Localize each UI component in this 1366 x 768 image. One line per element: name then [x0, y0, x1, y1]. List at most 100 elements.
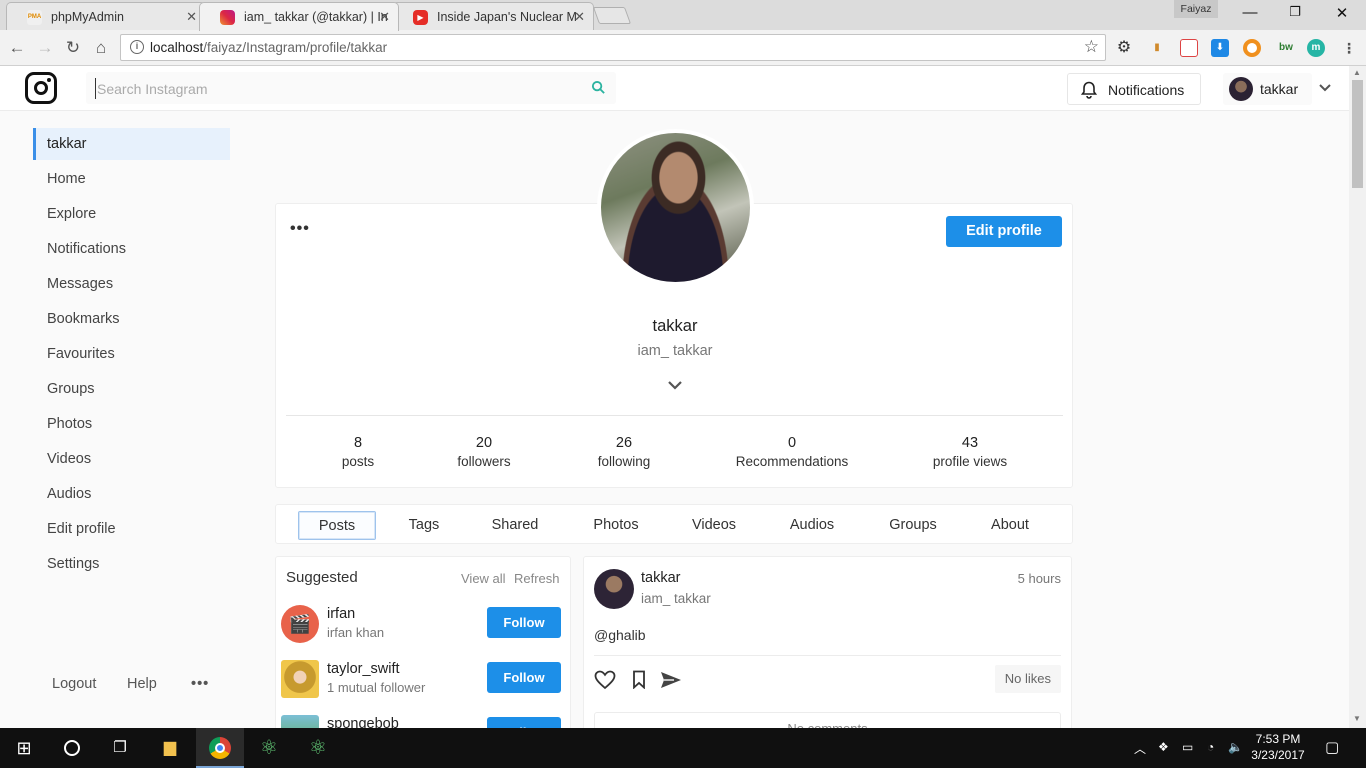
follow-button[interactable]: Follow — [487, 607, 561, 638]
extension-pin-icon[interactable]: ▮ — [1148, 39, 1166, 57]
sidebar-item-edit-profile[interactable]: Edit profile — [33, 513, 230, 548]
close-icon[interactable]: ✕ — [574, 9, 585, 25]
bookmark-star-icon[interactable]: ☆ — [1084, 37, 1099, 57]
close-icon[interactable]: ✕ — [186, 9, 197, 25]
wifi-icon[interactable]: ◔ — [1207, 740, 1214, 754]
follow-button[interactable]: Follow — [487, 662, 561, 693]
window-close-icon[interactable]: ✕ — [1332, 4, 1352, 24]
sidebar-item-photos[interactable]: Photos — [33, 408, 230, 443]
download-icon[interactable]: ⬇ — [1211, 39, 1229, 57]
scroll-down-icon[interactable]: ▼ — [1353, 714, 1361, 723]
atom-icon[interactable]: ⚛ — [294, 728, 342, 768]
sidebar-item-bookmarks[interactable]: Bookmarks — [33, 303, 230, 338]
tab-about[interactable]: About — [976, 511, 1044, 540]
notifications-button[interactable]: Notifications — [1067, 73, 1201, 105]
tab-groups[interactable]: Groups — [878, 511, 948, 540]
profile-options-icon[interactable]: ••• — [290, 220, 310, 238]
close-icon[interactable]: ✕ — [379, 9, 390, 25]
taskbar-clock[interactable]: 7:53 PM 3/23/2017 — [1248, 731, 1308, 763]
search-icon[interactable] — [591, 80, 606, 95]
instagram-logo[interactable] — [25, 72, 57, 104]
file-explorer-icon[interactable]: ▆ — [146, 728, 194, 768]
tab-audios[interactable]: Audios — [776, 511, 848, 540]
suggested-user-name[interactable]: irfan — [327, 606, 355, 622]
tab-posts[interactable]: Posts — [298, 511, 376, 540]
post-author[interactable]: takkar — [641, 570, 681, 586]
stat-followers[interactable]: 20 followers — [446, 435, 522, 469]
extension-bw-icon[interactable]: bw — [1275, 39, 1297, 57]
address-bar[interactable]: i localhost/faiyaz/Instagram/profile/tak… — [120, 34, 1106, 61]
volume-icon[interactable]: 🔈 — [1228, 740, 1243, 754]
sidebar-item-groups[interactable]: Groups — [33, 373, 230, 408]
user-menu-button[interactable]: takkar — [1223, 73, 1312, 105]
chrome-menu-icon[interactable]: ⋮ — [1340, 39, 1358, 57]
sidebar-item-home[interactable]: Home — [33, 163, 230, 198]
refresh-link[interactable]: Refresh — [514, 571, 560, 586]
share-send-icon[interactable] — [660, 671, 682, 689]
follow-button[interactable]: Follow — [487, 717, 561, 728]
extension-m-icon[interactable]: m — [1307, 39, 1325, 57]
chrome-icon[interactable] — [196, 728, 244, 768]
task-view-icon[interactable]: ❐ — [96, 728, 144, 768]
logout-link[interactable]: Logout — [52, 676, 96, 692]
windows-start-icon[interactable]: ⊞ — [0, 728, 48, 768]
tab-videos[interactable]: Videos — [678, 511, 750, 540]
extension-page-icon[interactable] — [1180, 39, 1198, 57]
stat-posts[interactable]: 8 posts — [340, 435, 376, 469]
reload-icon[interactable]: ↻ — [62, 37, 84, 59]
back-icon[interactable]: ← — [6, 37, 28, 59]
expand-chevron-icon[interactable] — [667, 380, 683, 391]
help-link[interactable]: Help — [127, 676, 157, 692]
forward-icon[interactable]: → — [34, 37, 56, 59]
new-tab-button[interactable] — [592, 7, 632, 24]
minimize-icon[interactable]: — — [1240, 4, 1260, 24]
heart-icon[interactable] — [594, 670, 616, 690]
info-icon[interactable]: i — [130, 40, 144, 54]
suggested-user-name[interactable]: taylor_swift — [327, 661, 400, 677]
stat-recommendations[interactable]: 0 Recommendations — [731, 435, 853, 469]
edit-profile-button[interactable]: Edit profile — [946, 216, 1062, 247]
scroll-thumb[interactable] — [1352, 80, 1363, 188]
sidebar-item-favourites[interactable]: Favourites — [33, 338, 230, 373]
view-all-link[interactable]: View all — [461, 571, 506, 586]
bookmark-icon[interactable] — [632, 670, 646, 689]
scroll-up-icon[interactable]: ▲ — [1353, 68, 1361, 77]
chevron-down-icon[interactable] — [1318, 83, 1332, 93]
avatar[interactable]: 🎬 — [281, 605, 319, 643]
search-input[interactable] — [95, 78, 575, 99]
extension-swirl-icon[interactable] — [1243, 39, 1261, 57]
profile-avatar[interactable] — [597, 129, 754, 286]
sidebar-item-notifications[interactable]: Notifications — [33, 233, 230, 268]
more-menu-icon[interactable]: ••• — [191, 676, 209, 692]
page-scrollbar[interactable]: ▲ ▼ — [1349, 66, 1366, 728]
sidebar-item-audios[interactable]: Audios — [33, 478, 230, 513]
stat-profile-views[interactable]: 43 profile views — [924, 435, 1016, 469]
sidebar-item-settings[interactable]: Settings — [33, 548, 230, 583]
avatar[interactable] — [594, 569, 634, 609]
cortana-search-icon[interactable] — [48, 728, 96, 768]
tab-tags[interactable]: Tags — [394, 511, 454, 540]
sidebar-item-takkar[interactable]: takkar — [33, 128, 230, 160]
avatar[interactable] — [281, 715, 319, 728]
browser-tab-phpmyadmin[interactable]: PMA phpMyAdmin ✕ — [6, 2, 206, 30]
tab-photos[interactable]: Photos — [580, 511, 652, 540]
sidebar-item-messages[interactable]: Messages — [33, 268, 230, 303]
browser-tab-instagram[interactable]: iam_ takkar (@takkar) | In ✕ — [199, 2, 399, 31]
atom-icon[interactable]: ⚛ — [245, 728, 293, 768]
tab-shared[interactable]: Shared — [480, 511, 550, 540]
restore-icon[interactable]: ❐ — [1285, 4, 1305, 24]
dropbox-icon[interactable]: ❖ — [1158, 740, 1169, 754]
browser-tab-youtube[interactable]: ▶ Inside Japan's Nuclear M ✕ — [392, 2, 594, 30]
likes-count[interactable]: No likes — [994, 665, 1061, 693]
suggested-user-name[interactable]: spongebob — [327, 716, 399, 728]
stat-following[interactable]: 26 following — [587, 435, 661, 469]
tray-expand-icon[interactable]: ︿ — [1134, 740, 1146, 757]
sidebar-item-explore[interactable]: Explore — [33, 198, 230, 233]
window-user-badge[interactable]: Faiyaz — [1174, 0, 1218, 18]
sidebar-item-videos[interactable]: Videos — [33, 443, 230, 478]
settings-gear-icon[interactable]: ⚙ — [1115, 39, 1133, 57]
action-center-icon[interactable]: ▢ — [1325, 738, 1339, 756]
home-icon[interactable]: ⌂ — [90, 37, 112, 59]
battery-icon[interactable]: ▭ — [1182, 740, 1193, 754]
avatar[interactable] — [281, 660, 319, 698]
